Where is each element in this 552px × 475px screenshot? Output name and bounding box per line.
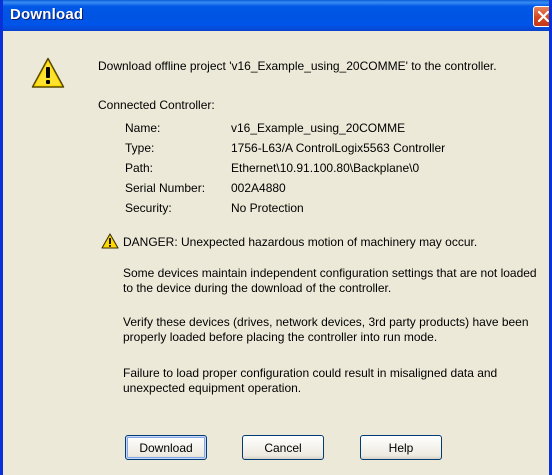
field-row-path: Path: Ethernet\10.91.100.80\Backplane\0: [125, 161, 545, 177]
close-button[interactable]: [533, 6, 549, 27]
field-label: Serial Number:: [125, 181, 206, 195]
info-paragraph: Failure to load proper configuration cou…: [123, 366, 498, 395]
field-row-security: Security: No Protection: [125, 201, 545, 217]
download-button[interactable]: Download: [125, 435, 207, 460]
info-paragraph: Verify these devices (drives, network de…: [123, 315, 529, 344]
danger-warning-text: DANGER: Unexpected hazardous motion of m…: [123, 235, 478, 249]
field-row-type: Type: 1756-L63/A ControlLogix5563 Contro…: [125, 141, 545, 157]
download-dialog: Download Download offline project 'v16_E…: [0, 0, 552, 475]
help-button[interactable]: Help: [360, 435, 442, 460]
field-label: Path:: [125, 161, 154, 175]
warning-icon: [101, 233, 119, 249]
field-value: No Protection: [231, 201, 304, 215]
field-label: Name:: [125, 121, 161, 135]
field-label: Type:: [125, 141, 155, 155]
close-icon: [538, 11, 549, 22]
field-value: 002A4880: [231, 181, 286, 195]
field-value: Ethernet\10.91.100.80\Backplane\0: [231, 161, 420, 175]
info-paragraph: Some devices maintain independent config…: [123, 266, 537, 295]
title-bar[interactable]: Download: [3, 0, 549, 31]
warning-icon: [31, 57, 65, 88]
field-row-serial-number: Serial Number: 002A4880: [125, 181, 545, 197]
window-title: Download: [10, 6, 84, 23]
field-row-name: Name: v16_Example_using_20COMME: [125, 121, 545, 137]
field-value: 1756-L63/A ControlLogix5563 Controller: [231, 141, 446, 155]
field-value: v16_Example_using_20COMME: [231, 121, 406, 135]
connected-controller-heading: Connected Controller:: [98, 98, 215, 112]
field-label: Security:: [125, 201, 172, 215]
download-message: Download offline project 'v16_Example_us…: [98, 59, 497, 73]
cancel-button[interactable]: Cancel: [242, 435, 324, 460]
